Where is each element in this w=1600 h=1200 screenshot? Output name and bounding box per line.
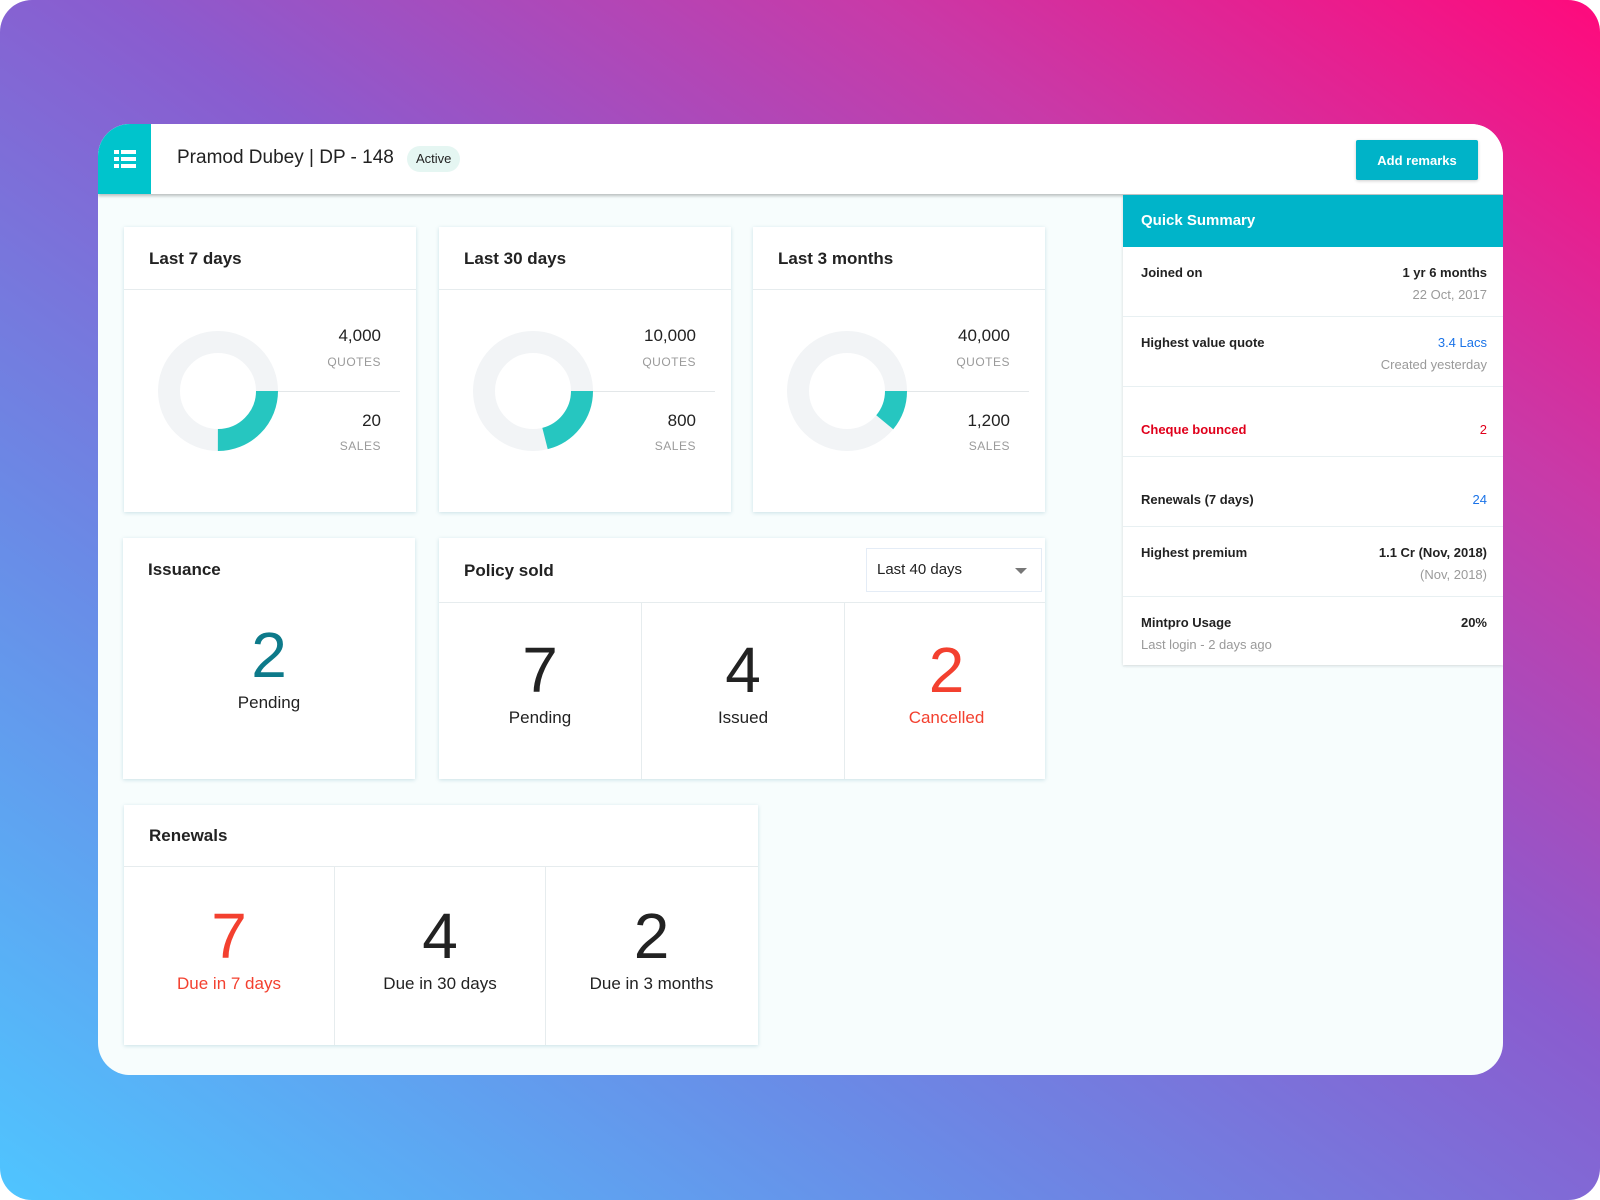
- stat-label: Due in 7 days: [177, 974, 281, 993]
- summary-value: 2: [1479, 422, 1487, 437]
- summary-value[interactable]: 3.4 Lacs: [1438, 335, 1487, 350]
- stat-value: 4: [725, 634, 761, 706]
- issuance-pending-label: Pending: [237, 693, 301, 712]
- policy-sold-title: Policy sold: [464, 561, 554, 580]
- summary-value: 20%: [1460, 615, 1487, 630]
- renewals-stat[interactable]: 2 Due in 3 months: [546, 867, 757, 1045]
- sales-label: SALES: [968, 439, 1010, 453]
- stat-value: 2: [928, 634, 965, 706]
- period-card: Last 30 days 10,000 QUOTES 800 SALES: [439, 227, 731, 512]
- summary-row: Renewals (7 days) 24: [1123, 457, 1503, 527]
- summary-value: 1 yr 6 months: [1402, 265, 1487, 280]
- card-title: Last 7 days: [124, 227, 416, 290]
- stat-value: 2: [633, 900, 670, 972]
- issuance-card: Issuance 2 Pending: [123, 538, 415, 779]
- summary-label: Cheque bounced: [1141, 422, 1247, 437]
- divider: [907, 391, 1029, 392]
- add-remarks-button[interactable]: Add remarks: [1356, 140, 1478, 180]
- card-title: Renewals: [124, 805, 758, 867]
- period-card: Last 3 months 40,000 QUOTES 1,200 SALES: [753, 227, 1045, 512]
- summary-subtext: (Nov, 2018): [1420, 567, 1487, 582]
- card-title: Issuance: [148, 560, 221, 579]
- status-badge: Active: [407, 146, 461, 172]
- summary-value: 1.1 Cr (Nov, 2018): [1378, 545, 1487, 560]
- stat-label: Due in 3 months: [589, 974, 714, 993]
- stat-label: Due in 30 days: [383, 974, 497, 993]
- page-title: Pramod Dubey | DP - 148: [177, 147, 394, 168]
- quotes-label: QUOTES: [327, 355, 381, 369]
- sales-donut-chart: [473, 331, 593, 451]
- summary-label: Mintpro Usage: [1141, 615, 1232, 630]
- profile-window: Pramod Dubey | DP - 148 Active Add remar…: [98, 124, 1503, 1075]
- summary-subtext: Last login - 2 days ago: [1141, 637, 1272, 652]
- summary-row: Cheque bounced 2: [1123, 387, 1503, 457]
- sales-donut-chart: [158, 331, 278, 451]
- stat-value: 4: [422, 900, 458, 972]
- divider: [593, 391, 715, 392]
- policy_sold-stat[interactable]: 4 Issued: [642, 603, 845, 779]
- stat-value: 7: [211, 900, 247, 972]
- summary-subtext: 22 Oct, 2017: [1412, 287, 1487, 302]
- issuance-pending-count: 2: [251, 619, 287, 691]
- stat-label: Cancelled: [908, 708, 985, 727]
- summary-row: Highest premium 1.1 Cr (Nov, 2018) (Nov,…: [1123, 527, 1503, 597]
- sales-label: SALES: [339, 439, 381, 453]
- period-dropdown[interactable]: Last 40 days: [866, 548, 1042, 592]
- stat-label: Pending: [508, 708, 572, 727]
- card-title: Last 3 months: [753, 227, 1045, 290]
- quotes-count: 40,000: [958, 326, 1010, 345]
- stat-value: 7: [522, 634, 558, 706]
- renewals-stat[interactable]: 4 Due in 30 days: [335, 867, 546, 1045]
- summary-row: Highest value quote 3.4 Lacs Created yes…: [1123, 317, 1503, 387]
- quick-summary-title: Quick Summary: [1123, 195, 1503, 247]
- list-icon: [113, 150, 136, 168]
- stat-label: Issued: [717, 708, 769, 727]
- summary-label: Highest value quote: [1141, 335, 1265, 350]
- summary-row: Mintpro Usage 20% Last login - 2 days ag…: [1123, 597, 1503, 667]
- policy_sold-stat[interactable]: 2 Cancelled: [845, 603, 1048, 779]
- policy_sold-stat[interactable]: 7 Pending: [439, 603, 642, 779]
- summary-row: Joined on 1 yr 6 months 22 Oct, 2017: [1123, 247, 1503, 317]
- divider: [278, 391, 400, 392]
- summary-label: Highest premium: [1141, 545, 1248, 560]
- quotes-count: 10,000: [644, 326, 696, 345]
- menu-button[interactable]: [98, 124, 151, 194]
- quotes-label: QUOTES: [642, 355, 696, 369]
- quotes-label: QUOTES: [956, 355, 1010, 369]
- sales-count: 800: [667, 411, 696, 430]
- period-card: Last 7 days 4,000 QUOTES 20 SALES: [124, 227, 416, 512]
- caret-down-icon: [1015, 568, 1027, 574]
- summary-value[interactable]: 24: [1473, 492, 1487, 507]
- renewals-card: Renewals 7 Due in 7 days 4 Due in 30 day…: [124, 805, 758, 1045]
- sales-count: 20: [362, 411, 381, 430]
- sales-donut-chart: [787, 331, 907, 451]
- policy-sold-card: Policy sold Last 40 days 7 Pending 4 Iss…: [439, 538, 1045, 779]
- summary-label: Joined on: [1141, 265, 1203, 280]
- quick-summary-panel: Quick Summary Joined on 1 yr 6 months 22…: [1123, 195, 1503, 667]
- period-dropdown-value: Last 40 days: [877, 561, 963, 578]
- quotes-count: 4,000: [338, 326, 381, 345]
- sales-count: 1,200: [967, 411, 1010, 430]
- summary-label: Renewals (7 days): [1141, 492, 1254, 507]
- summary-subtext: Created yesterday: [1380, 357, 1487, 372]
- top-bar: Pramod Dubey | DP - 148 Active Add remar…: [98, 124, 1503, 194]
- card-title: Last 30 days: [439, 227, 731, 290]
- donut-track: [787, 331, 907, 451]
- renewals-stat[interactable]: 7 Due in 7 days: [124, 867, 335, 1045]
- sales-label: SALES: [654, 439, 696, 453]
